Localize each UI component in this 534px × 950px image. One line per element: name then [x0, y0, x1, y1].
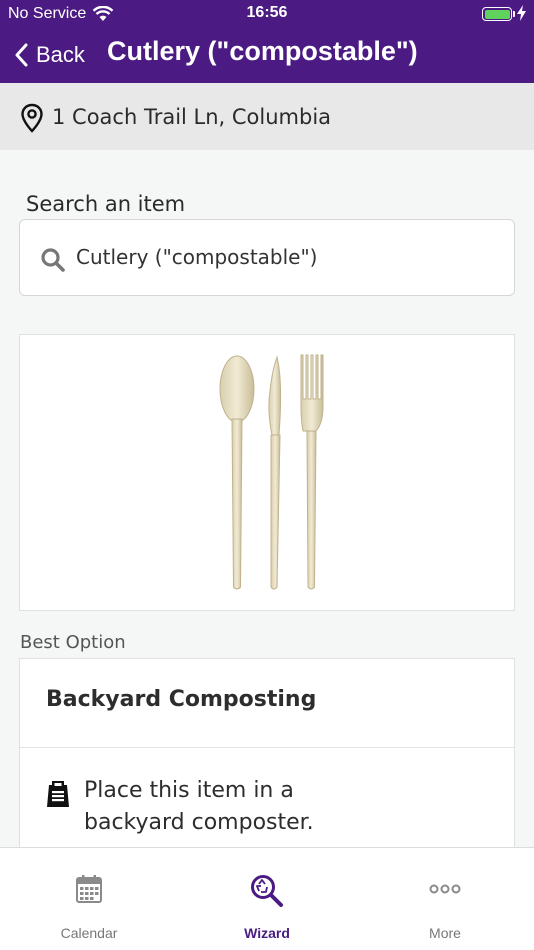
status-bar: No Service 16:56: [0, 0, 534, 28]
location-bar[interactable]: 1 Coach Trail Ln, Columbia: [0, 83, 534, 150]
tab-wizard-label: Wizard: [244, 925, 290, 941]
tab-wizard[interactable]: Wizard: [178, 848, 356, 950]
tab-more-label: More: [429, 925, 461, 941]
search-label: Search an item: [26, 192, 186, 216]
navigation-bar: Back Cutlery ("compostable"): [0, 28, 534, 83]
option-title: Backyard Composting: [46, 687, 317, 712]
best-option-label: Best Option: [20, 632, 126, 653]
calendar-icon: [76, 875, 102, 903]
best-option-card[interactable]: Backyard Composting Place this item in a…: [19, 658, 515, 858]
map-pin-icon: [21, 103, 43, 133]
option-divider: [20, 747, 514, 748]
back-label: Back: [36, 42, 85, 67]
location-address: 1 Coach Trail Ln, Columbia: [52, 105, 332, 129]
tab-calendar[interactable]: Calendar: [0, 848, 178, 950]
search-input[interactable]: [76, 238, 496, 276]
search-box[interactable]: [19, 219, 515, 296]
more-dots-icon: [429, 884, 461, 894]
charging-bolt-icon: [517, 5, 526, 21]
tab-calendar-label: Calendar: [60, 925, 118, 941]
battery-tip: [513, 11, 515, 17]
page-title: Cutlery ("compostable"): [107, 36, 418, 66]
status-time: 16:56: [246, 4, 288, 21]
cutlery-image: [219, 354, 324, 590]
tab-more[interactable]: More: [356, 848, 534, 950]
battery-icon: [482, 7, 512, 21]
composter-bin-icon: [47, 781, 69, 807]
option-description: Place this item in a backyard composter.: [84, 778, 314, 835]
back-button[interactable]: Back: [14, 38, 85, 72]
wizard-search-icon: [251, 875, 283, 907]
tab-bar: Calendar Wizard More: [0, 847, 534, 950]
search-icon: [41, 248, 65, 272]
item-image-card: [19, 334, 515, 611]
chevron-left-icon: [15, 43, 28, 67]
